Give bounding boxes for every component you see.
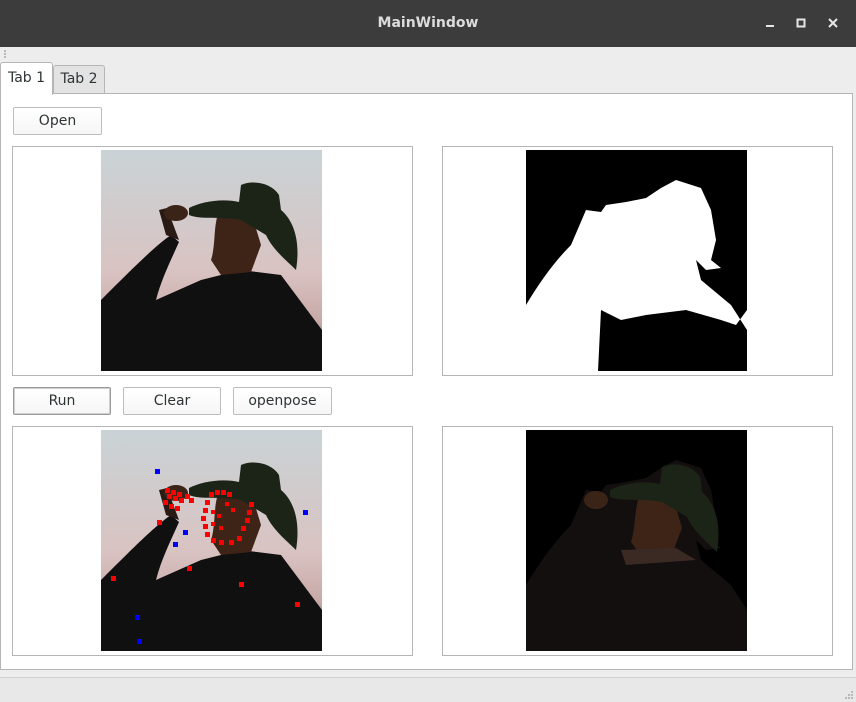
mask-image-frame xyxy=(442,146,833,376)
tab-2[interactable]: Tab 2 xyxy=(53,65,105,93)
toolbar-grip-icon[interactable] xyxy=(3,50,7,58)
minimize-button[interactable] xyxy=(759,12,781,34)
maximize-icon xyxy=(796,18,806,28)
close-button[interactable] xyxy=(822,12,844,34)
window-title: MainWindow xyxy=(377,15,479,31)
keypoints-image xyxy=(101,430,322,651)
mask-image xyxy=(526,150,747,371)
original-image xyxy=(101,150,322,371)
keypoints-image-frame xyxy=(12,426,413,656)
cutout-image-frame xyxy=(442,426,833,656)
openpose-button[interactable]: openpose xyxy=(233,387,332,415)
maximize-button[interactable] xyxy=(790,12,812,34)
close-icon xyxy=(828,18,838,28)
minimize-icon xyxy=(766,25,774,27)
run-button[interactable]: Run xyxy=(13,387,111,415)
title-bar: MainWindow xyxy=(0,0,856,47)
status-bar xyxy=(0,677,856,702)
original-image-frame xyxy=(12,146,413,376)
clear-button[interactable]: Clear xyxy=(123,387,221,415)
tab-1[interactable]: Tab 1 xyxy=(0,62,53,95)
size-grip-icon[interactable] xyxy=(844,690,854,700)
open-button[interactable]: Open xyxy=(13,107,102,135)
cutout-image xyxy=(526,430,747,651)
